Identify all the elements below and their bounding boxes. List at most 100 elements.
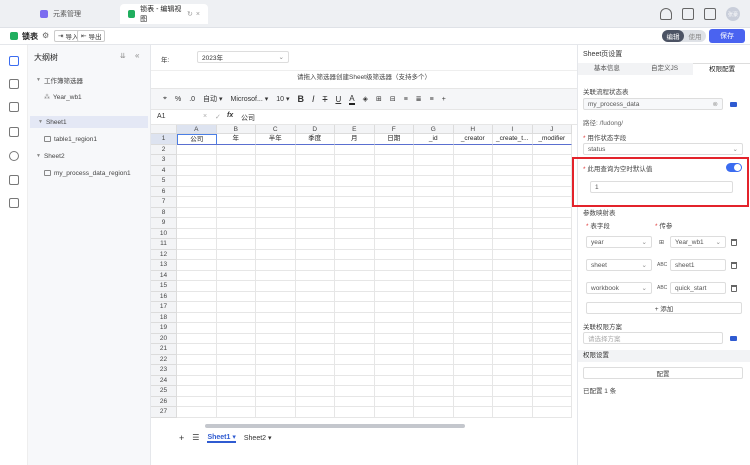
grid-cell[interactable] [256, 354, 296, 365]
grid-cell[interactable] [414, 270, 454, 281]
grid-cell[interactable] [216, 365, 256, 376]
grid-cell[interactable] [295, 344, 335, 355]
grid-cell[interactable] [414, 291, 454, 302]
grid-cell[interactable] [177, 407, 217, 418]
table-icon[interactable] [9, 102, 19, 112]
border-icon[interactable]: ⊞ [376, 95, 382, 103]
grid-cell[interactable] [493, 218, 533, 229]
grid-cell[interactable] [532, 281, 572, 292]
grid-cell[interactable] [493, 354, 533, 365]
grid-cell[interactable] [177, 144, 217, 155]
grid-cell[interactable] [493, 375, 533, 386]
grid-cell[interactable] [374, 197, 414, 208]
strikethrough-icon[interactable]: T [323, 95, 328, 104]
grid-cell[interactable] [295, 260, 335, 271]
grid-cell[interactable] [256, 228, 296, 239]
cell-reference[interactable]: A1 [157, 113, 166, 120]
grid-cell[interactable]: _creator [453, 134, 493, 145]
grid-cell[interactable] [453, 386, 493, 397]
grid-cell[interactable] [295, 165, 335, 176]
layers-icon[interactable] [9, 198, 19, 208]
grid-cell[interactable] [374, 312, 414, 323]
insert-icon[interactable]: + [442, 96, 446, 103]
grid-cell[interactable] [295, 396, 335, 407]
grid-cell[interactable] [256, 344, 296, 355]
grid-cell[interactable] [295, 218, 335, 229]
row-header[interactable]: 4 [151, 165, 177, 176]
grid-cell[interactable] [453, 239, 493, 250]
sheet-list-icon[interactable]: ☰ [192, 433, 199, 442]
grid-cell[interactable] [335, 291, 375, 302]
grid-cell[interactable] [177, 323, 217, 334]
grid-cell[interactable] [532, 176, 572, 187]
grid-cell[interactable] [374, 260, 414, 271]
row-header[interactable]: 15 [151, 281, 177, 292]
grid-cell[interactable] [532, 396, 572, 407]
grid-cell[interactable] [453, 375, 493, 386]
grid-cell[interactable] [335, 344, 375, 355]
text-type-icon[interactable]: ABC [657, 285, 667, 291]
grid-cell[interactable] [493, 312, 533, 323]
grid-cell[interactable] [256, 365, 296, 376]
grid-cell[interactable] [256, 186, 296, 197]
grid-cell[interactable] [216, 333, 256, 344]
column-header[interactable]: F [374, 125, 414, 134]
grid-cell[interactable] [374, 228, 414, 239]
grid-cell[interactable] [453, 260, 493, 271]
grid-cell[interactable] [374, 239, 414, 250]
row-header[interactable]: 11 [151, 239, 177, 250]
grid-cell[interactable] [493, 260, 533, 271]
grid-cell[interactable] [414, 197, 454, 208]
grid-cell[interactable] [493, 239, 533, 250]
grid-cell[interactable] [177, 344, 217, 355]
param-field-select[interactable]: workbook ⌄ [586, 282, 652, 294]
grid-cell[interactable] [374, 323, 414, 334]
grid-cell[interactable] [532, 165, 572, 176]
grid-cell[interactable] [493, 281, 533, 292]
grid-cell[interactable] [295, 207, 335, 218]
grid-cell[interactable] [177, 197, 217, 208]
outline-sheet1[interactable]: ▼ Sheet1 [30, 116, 148, 128]
grid-cell[interactable] [414, 239, 454, 250]
grid-cell[interactable] [374, 176, 414, 187]
year-filter-select[interactable]: 2023年 ⌄ [197, 51, 289, 63]
font-size-select[interactable]: 10 ▾ [276, 95, 289, 103]
grid-cell[interactable] [295, 144, 335, 155]
grid-cell[interactable] [295, 249, 335, 260]
grid-cell[interactable] [216, 323, 256, 334]
grid-cell[interactable] [414, 144, 454, 155]
grid-cell[interactable] [414, 344, 454, 355]
grid-cell[interactable] [256, 396, 296, 407]
grid-cell[interactable] [295, 228, 335, 239]
grid-corner[interactable] [151, 125, 177, 134]
close-icon[interactable]: × [196, 11, 200, 18]
grid-cell[interactable] [256, 407, 296, 418]
grid-cell[interactable]: _id [414, 134, 454, 145]
grid-cell[interactable] [493, 396, 533, 407]
grid-cell[interactable] [374, 186, 414, 197]
grid-cell[interactable] [335, 144, 375, 155]
grid-cell[interactable] [295, 407, 335, 418]
grid-cell[interactable] [493, 155, 533, 166]
grid-cell[interactable] [256, 260, 296, 271]
grid-cell[interactable] [532, 186, 572, 197]
grid-cell[interactable] [295, 354, 335, 365]
grid-cell[interactable] [532, 249, 572, 260]
grid-cell[interactable] [295, 386, 335, 397]
param-field-select[interactable]: year ⌄ [586, 236, 652, 248]
outline-sheet2[interactable]: ▼ Sheet2 [36, 150, 65, 162]
grid-cell[interactable] [493, 291, 533, 302]
grid-cell[interactable] [532, 207, 572, 218]
grid-cell[interactable] [414, 333, 454, 344]
grid-cell[interactable] [414, 407, 454, 418]
tab-custom-js[interactable]: 自定义JS [636, 63, 694, 75]
grid-cell[interactable] [216, 260, 256, 271]
column-header[interactable]: D [295, 125, 335, 134]
add-param-button[interactable]: + 添加 [586, 302, 742, 314]
grid-cell[interactable] [177, 302, 217, 313]
grid-cell[interactable] [177, 354, 217, 365]
grid-cell[interactable] [256, 197, 296, 208]
grid-cell[interactable] [216, 207, 256, 218]
grid-cell[interactable] [295, 302, 335, 313]
grid-cell[interactable] [177, 239, 217, 250]
